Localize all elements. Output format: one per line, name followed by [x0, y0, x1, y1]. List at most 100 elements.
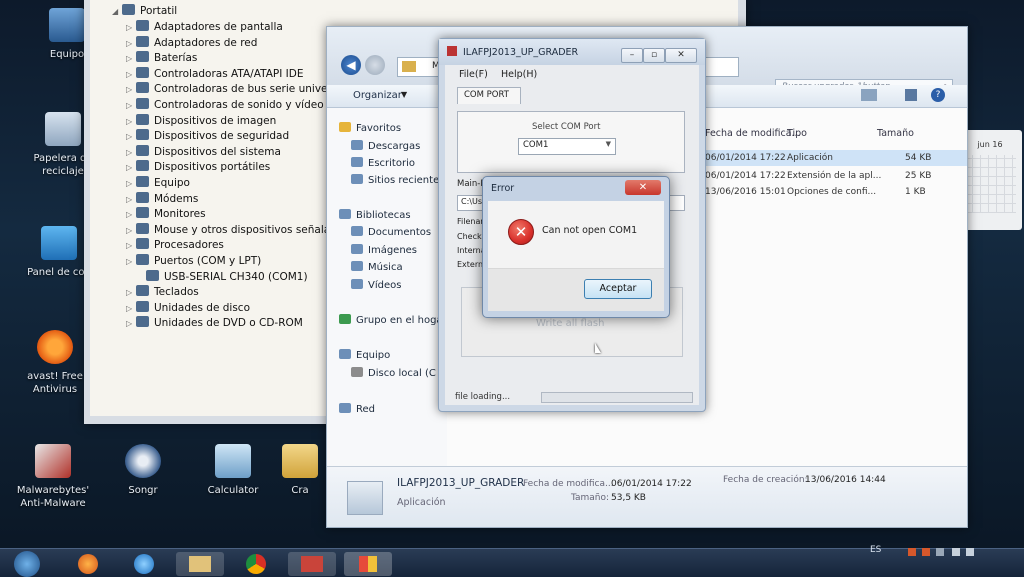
system-tray[interactable]: [908, 545, 1008, 559]
nav-descargas[interactable]: Descargas: [351, 140, 420, 152]
folder-icon: [402, 61, 416, 72]
expand-arrow-icon[interactable]: ▷: [126, 101, 136, 110]
tree-item[interactable]: ▷ Dispositivos de imagen: [126, 113, 276, 127]
taskbar-chrome[interactable]: [232, 552, 280, 576]
cell-fecha: 13/06/2016 15:01: [705, 187, 786, 197]
table-row[interactable]: 13/06/2016 15:01 Opciones de confi... 1 …: [697, 184, 967, 200]
nav-favoritos[interactable]: Favoritos: [339, 122, 401, 134]
tree-item[interactable]: ▷ Dispositivos de seguridad: [126, 129, 289, 142]
nav-label: Imágenes: [368, 245, 418, 256]
nav-grupo[interactable]: Grupo en el hogar: [339, 314, 447, 326]
table-row[interactable]: 06/01/2014 17:22 Aplicación 54 KB: [697, 150, 967, 166]
language-indicator[interactable]: ES: [870, 545, 881, 555]
back-button[interactable]: ◀: [341, 55, 361, 75]
tree-item-label: Unidades de disco: [154, 301, 251, 314]
tree-child-item[interactable]: USB-SERIAL CH340 (COM1): [146, 269, 308, 283]
tree-item[interactable]: ▷ Teclados: [126, 285, 199, 298]
expand-arrow-icon[interactable]: ▷: [126, 117, 136, 126]
tree-item[interactable]: ▷ Dispositivos portátiles: [126, 160, 270, 173]
tree-item[interactable]: ▷ Procesadores: [126, 238, 224, 251]
close-button[interactable]: ✕: [665, 48, 697, 63]
tree-item[interactable]: ▷ Unidades de DVD o CD-ROM: [126, 316, 303, 329]
taskbar-ie[interactable]: [120, 552, 168, 576]
tree-item[interactable]: ▷ Adaptadores de red: [126, 35, 258, 49]
tree-item[interactable]: ▷ Equipo: [126, 176, 190, 189]
taskbar-explorer[interactable]: [176, 552, 224, 576]
expand-arrow-icon[interactable]: ▷: [126, 226, 136, 235]
device-icon: [136, 254, 149, 265]
nav-red[interactable]: Red: [339, 403, 375, 415]
column-header-tipo[interactable]: Tipo: [787, 128, 807, 139]
tree-item[interactable]: ▷ Puertos (COM y LPT): [126, 254, 261, 267]
organize-button[interactable]: Organizar: [353, 90, 402, 101]
expand-arrow-icon[interactable]: ▷: [126, 39, 136, 48]
tree-item[interactable]: ▷ Controladoras de bus serie universal: [126, 82, 347, 95]
nav-equipo[interactable]: Equipo: [339, 349, 390, 361]
menu-file[interactable]: File(F): [459, 69, 488, 80]
expand-arrow-icon[interactable]: ▷: [126, 195, 136, 204]
expand-arrow-icon[interactable]: ▷: [126, 304, 136, 313]
expand-arrow-icon[interactable]: ▷: [126, 70, 136, 79]
help-icon[interactable]: ?: [931, 88, 945, 102]
tree-item[interactable]: ▷ Dispositivos del sistema: [126, 144, 281, 158]
progress-bar: [541, 392, 693, 403]
expand-arrow-icon[interactable]: ▷: [126, 210, 136, 219]
tree-item-label: Adaptadores de red: [154, 36, 258, 49]
desktop-icon-calculator[interactable]: Calculator: [188, 444, 278, 497]
collapse-arrow-icon[interactable]: ◢: [112, 7, 122, 16]
tree-item[interactable]: ▷ Monitores: [126, 207, 206, 220]
close-button[interactable]: ✕: [625, 180, 661, 195]
preview-pane-icon[interactable]: [905, 89, 917, 101]
nav-escritorio[interactable]: Escritorio: [351, 157, 415, 169]
tree-item[interactable]: ▷ Unidades de disco: [126, 300, 251, 314]
nav-sitios[interactable]: Sitios recientes: [351, 174, 444, 186]
desktop-icon-songr[interactable]: Songr: [98, 444, 188, 497]
ok-button[interactable]: Aceptar: [584, 279, 652, 299]
nav-documentos[interactable]: Documentos: [351, 226, 431, 238]
forward-button[interactable]: [365, 55, 385, 75]
tree-item[interactable]: ▷ Baterías: [126, 51, 197, 64]
expand-arrow-icon[interactable]: ▷: [126, 148, 136, 157]
nav-musica[interactable]: Música: [351, 261, 403, 273]
column-header-tamano[interactable]: Tamaño: [877, 128, 914, 139]
tree-item[interactable]: ▷ Mouse y otros dispositivos señaladore: [126, 222, 354, 236]
nav-videos[interactable]: Vídeos: [351, 279, 401, 291]
expand-arrow-icon[interactable]: ▷: [126, 23, 136, 32]
expand-arrow-icon[interactable]: ▷: [126, 319, 136, 328]
tree-item[interactable]: ▷ Controladoras de sonido y vídeo y dis: [126, 98, 352, 111]
tree-root[interactable]: ◢ Portatil: [112, 4, 177, 17]
nav-disco[interactable]: Disco local (C: [351, 367, 436, 379]
expand-arrow-icon[interactable]: ▷: [126, 241, 136, 250]
file-thumbnail-icon: [347, 481, 383, 515]
start-button[interactable]: [14, 551, 40, 577]
table-row[interactable]: 06/01/2014 17:22 Extensión de la apl... …: [697, 168, 967, 184]
taskbar-firefox[interactable]: [64, 552, 112, 576]
maximize-button[interactable]: ▫: [643, 48, 665, 63]
navigation-pane[interactable]: Favoritos Descargas Escritorio Sitios re…: [327, 108, 447, 467]
view-options-icon[interactable]: [861, 89, 877, 101]
taskbar-toolbox[interactable]: [288, 552, 336, 576]
expand-arrow-icon[interactable]: ▷: [126, 288, 136, 297]
minimize-button[interactable]: –: [621, 48, 643, 63]
mouse-cursor-icon: [595, 343, 601, 353]
tree-item[interactable]: ▷ Adaptadores de pantalla: [126, 20, 283, 33]
expand-arrow-icon[interactable]: ▷: [126, 132, 136, 141]
expand-arrow-icon[interactable]: ▷: [126, 54, 136, 63]
error-dialog[interactable]: Error ✕ ✕ Can not open COM1 Aceptar: [482, 176, 670, 318]
desktop-icon-folder[interactable]: Cra: [270, 444, 330, 497]
expand-arrow-icon[interactable]: ▷: [126, 85, 136, 94]
nav-bibliotecas[interactable]: Bibliotecas: [339, 209, 411, 221]
tree-item[interactable]: ▷ Módems: [126, 191, 198, 205]
menu-help[interactable]: Help(H): [501, 69, 537, 80]
tab-com-port[interactable]: COM PORT: [457, 87, 521, 104]
expand-arrow-icon[interactable]: ▷: [126, 163, 136, 172]
tree-item[interactable]: ▷ Controladoras ATA/ATAPI IDE: [126, 66, 303, 80]
com-port-select[interactable]: COM1 ▼: [518, 138, 616, 155]
cell-tamano: 54 KB: [905, 153, 932, 163]
desktop-icon-malwarebytes[interactable]: Malwarebytes' Anti-Malware: [8, 444, 98, 510]
nav-imagenes[interactable]: Imágenes: [351, 244, 417, 256]
upgrader-titlebar[interactable]: ILAFPJ2013_UP_GRADER – ▫ ✕: [439, 39, 705, 65]
taskbar-upgrader[interactable]: [344, 552, 392, 576]
expand-arrow-icon[interactable]: ▷: [126, 257, 136, 266]
expand-arrow-icon[interactable]: ▷: [126, 179, 136, 188]
